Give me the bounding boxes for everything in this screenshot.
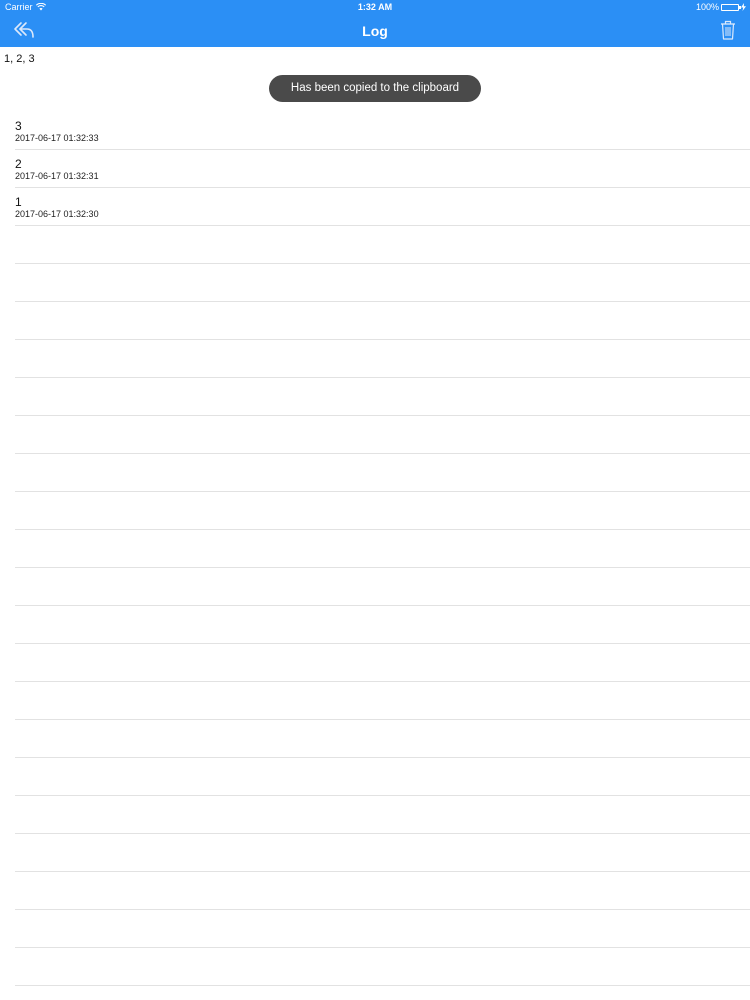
log-summary[interactable]: 1, 2, 3: [4, 53, 35, 65]
empty-row: [15, 226, 750, 264]
empty-row: [15, 416, 750, 454]
empty-row: [15, 758, 750, 796]
empty-row: [15, 872, 750, 910]
empty-row: [15, 568, 750, 606]
empty-row: [15, 720, 750, 758]
empty-row: [15, 340, 750, 378]
empty-row: [15, 302, 750, 340]
log-row[interactable]: 2 2017-06-17 01:32:31: [15, 150, 750, 188]
empty-row: [15, 948, 750, 986]
top-bar: Carrier 1:32 AM 100% Log: [0, 0, 750, 47]
log-row[interactable]: 1 2017-06-17 01:32:30: [15, 188, 750, 226]
status-bar: Carrier 1:32 AM 100%: [0, 0, 750, 15]
battery-icon: [721, 3, 741, 11]
log-row[interactable]: 3 2017-06-17 01:32:33: [15, 112, 750, 150]
empty-row: [15, 378, 750, 416]
battery-indicator: 100%: [696, 2, 746, 12]
navigation-bar: Log: [0, 15, 750, 47]
battery-percent: 100%: [695, 2, 719, 12]
log-value: 1: [15, 195, 22, 209]
empty-row: [15, 264, 750, 302]
log-timestamp: 2017-06-17 01:32:31: [15, 171, 99, 181]
log-list: 3 2017-06-17 01:32:33 2 2017-06-17 01:32…: [0, 112, 750, 986]
empty-row: [15, 910, 750, 948]
page-title: Log: [362, 23, 388, 39]
trash-icon[interactable]: [720, 19, 736, 41]
log-timestamp: 2017-06-17 01:32:30: [15, 209, 99, 219]
log-value: 2: [15, 157, 22, 171]
status-time: 1:32 AM: [357, 2, 393, 12]
empty-row: [15, 606, 750, 644]
log-timestamp: 2017-06-17 01:32:33: [15, 133, 99, 143]
empty-row: [15, 492, 750, 530]
copied-toast: Has been copied to the clipboard: [269, 75, 481, 102]
charging-icon: [741, 3, 746, 11]
empty-row: [15, 682, 750, 720]
empty-row: [15, 454, 750, 492]
empty-row: [15, 796, 750, 834]
empty-row: [15, 530, 750, 568]
empty-row: [15, 834, 750, 872]
empty-row: [15, 644, 750, 682]
log-value: 3: [15, 119, 22, 133]
